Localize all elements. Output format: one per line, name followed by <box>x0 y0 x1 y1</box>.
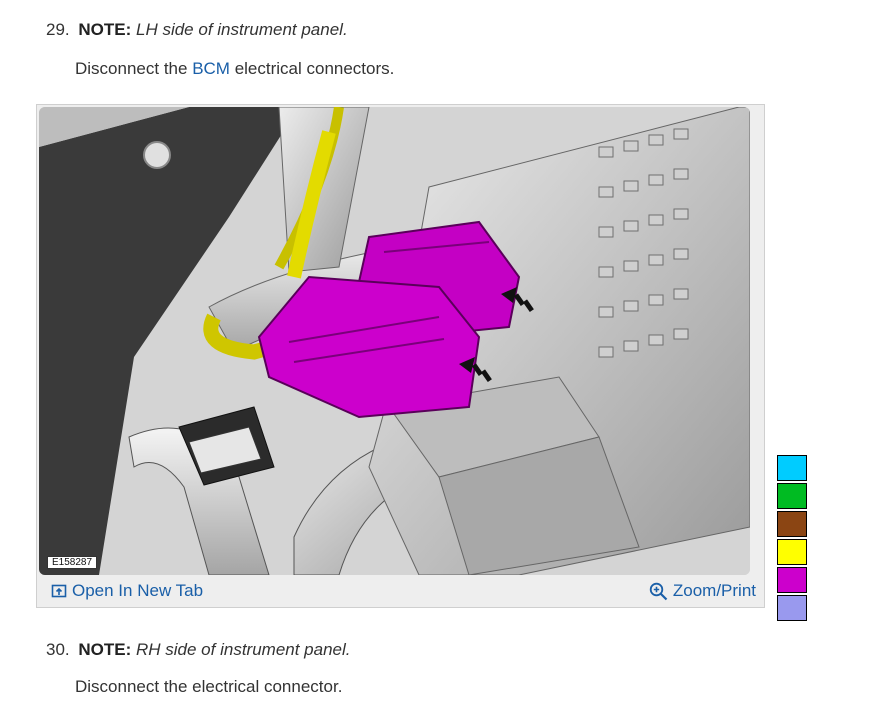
swatch-yellow[interactable] <box>777 539 807 565</box>
zoom-print-button[interactable]: Zoom/Print <box>649 581 756 601</box>
note-text: RH side of instrument panel. <box>136 640 351 659</box>
open-in-new-tab-button[interactable]: Open In New Tab <box>51 581 203 601</box>
note-text: LH side of instrument panel. <box>136 20 348 39</box>
step-30-instruction: Disconnect the electrical connector. <box>75 677 343 696</box>
open-in-new-tab-icon <box>51 584 67 598</box>
step-29-note: 29. NOTE: LH side of instrument panel. <box>46 20 348 40</box>
swatch-lavender[interactable] <box>777 595 807 621</box>
color-swatch-palette <box>777 455 807 623</box>
swatch-green[interactable] <box>777 483 807 509</box>
instruction-text: Disconnect the <box>75 59 193 78</box>
step-29-instruction: Disconnect the BCM electrical connectors… <box>75 59 394 79</box>
note-label: NOTE: <box>78 20 132 39</box>
illustration-graphic <box>39 107 750 575</box>
figure-panel: E158287 Open In New Tab Zoom/Print <box>36 104 765 608</box>
swatch-cyan[interactable] <box>777 455 807 481</box>
swatch-brown[interactable] <box>777 511 807 537</box>
instruction-text: electrical connectors. <box>229 59 395 78</box>
figure-id-label: E158287 <box>47 556 98 569</box>
figure-toolbar: Open In New Tab Zoom/Print <box>37 575 764 607</box>
note-label: NOTE: <box>78 640 132 659</box>
zoom-print-label: Zoom/Print <box>672 581 756 600</box>
connector-illustration[interactable]: E158287 <box>39 107 750 575</box>
step-number: 30. <box>46 640 70 659</box>
open-in-new-tab-label: Open In New Tab <box>72 581 204 600</box>
step-30-note: 30. NOTE: RH side of instrument panel. <box>46 640 351 660</box>
step-number: 29. <box>46 20 70 39</box>
bcm-link[interactable]: BCM <box>192 59 230 78</box>
magnifier-plus-icon <box>649 582 668 600</box>
swatch-magenta[interactable] <box>777 567 807 593</box>
